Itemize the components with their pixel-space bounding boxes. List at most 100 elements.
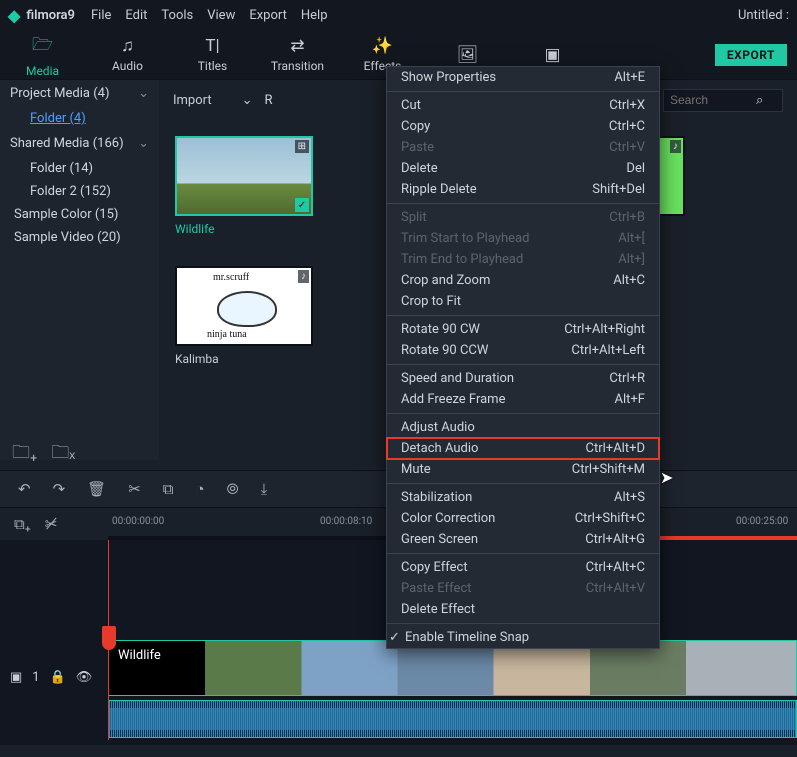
context-item-label: Crop and Zoom xyxy=(401,273,490,288)
sidebar-shared-media[interactable]: Shared Media (166) ⌄ xyxy=(0,130,159,157)
add-marker-icon[interactable]: ⧉₊ xyxy=(14,515,31,533)
menu-view[interactable]: View xyxy=(207,8,235,23)
sidebar-shared-folder-2[interactable]: Folder 2 (152) xyxy=(0,180,159,203)
menu-file[interactable]: File xyxy=(91,8,111,23)
tab-image[interactable]: 🖼 xyxy=(425,45,510,65)
menu-tools[interactable]: Tools xyxy=(161,8,193,23)
folder-icon: 🗁 xyxy=(32,32,53,61)
context-item-ripple-delete[interactable]: Ripple DeleteShift+Del xyxy=(387,179,659,200)
speed-icon[interactable]: ◔ xyxy=(196,480,205,498)
undo-icon[interactable]: ↶ xyxy=(18,480,31,498)
context-item-rotate-90-ccw[interactable]: Rotate 90 CCWCtrl+Alt+Left xyxy=(387,340,659,361)
audio-clip[interactable] xyxy=(108,700,797,738)
thumb-wildlife[interactable]: ⊞ ✓ Wildlife xyxy=(175,136,313,236)
visibility-icon[interactable]: 👁 xyxy=(76,670,93,685)
export-icon[interactable]: ⤓ xyxy=(261,480,268,498)
context-item-shortcut: Alt+[ xyxy=(618,231,645,246)
context-item-copy-effect[interactable]: Copy EffectCtrl+Alt+C xyxy=(387,557,659,578)
tab-label: Media xyxy=(26,64,59,78)
track-header[interactable]: ▣ 1 🔒 👁 xyxy=(10,670,92,685)
sidebar-sample-color[interactable]: Sample Color (15) xyxy=(0,203,159,226)
sidebar-project-media[interactable]: Project Media (4) ⌄ xyxy=(0,80,159,107)
context-item-shortcut: Alt+C xyxy=(613,273,645,288)
context-item-label: Detach Audio xyxy=(401,441,478,456)
tab-titles[interactable]: T| Titles xyxy=(170,36,255,73)
record-button[interactable]: R xyxy=(265,93,273,108)
split-icon[interactable]: ✂ xyxy=(128,480,141,498)
chevron-down-icon: ⌄ xyxy=(242,93,253,108)
context-item-add-freeze-frame[interactable]: Add Freeze FrameAlt+F xyxy=(387,389,659,410)
time-tick: 00:00:00:00 xyxy=(112,516,164,527)
clip-title: Wildlife xyxy=(118,648,161,663)
lock-icon[interactable]: 🔒 xyxy=(50,670,66,685)
context-item-crop-and-zoom[interactable]: Crop and Zoom Alt+C xyxy=(387,270,659,291)
sidebar-project-folder[interactable]: Folder (4) xyxy=(0,107,159,130)
app-logo: ◆ filmora9 xyxy=(8,6,75,25)
context-item-adjust-audio[interactable]: Adjust Audio xyxy=(387,417,659,438)
context-item-show-properties[interactable]: Show PropertiesAlt+E xyxy=(387,67,659,88)
tab-audio[interactable]: ♫ Audio xyxy=(85,36,170,73)
context-item-copy[interactable]: CopyCtrl+C xyxy=(387,116,659,137)
menu-export[interactable]: Export xyxy=(249,8,287,23)
track-number: 1 xyxy=(32,670,39,685)
export-button[interactable]: EXPORT xyxy=(715,44,787,66)
context-item-shortcut: Ctrl+Alt+C xyxy=(586,560,645,575)
document-title: Untitled : xyxy=(738,8,789,23)
delete-folder-icon[interactable]: 🗀ₓ xyxy=(51,440,75,470)
context-item-rotate-90-cw[interactable]: Rotate 90 CWCtrl+Alt+Right xyxy=(387,319,659,340)
context-item-shortcut: Ctrl+Alt+Left xyxy=(571,343,645,358)
context-item-shortcut: Ctrl+Alt+D xyxy=(586,441,645,456)
context-item-label: Speed and Duration xyxy=(401,371,514,386)
search-box[interactable]: ⌕ xyxy=(663,89,783,112)
context-item-label: Delete Effect xyxy=(401,602,475,617)
redo-icon[interactable]: ↷ xyxy=(53,480,66,498)
context-item-shortcut: Ctrl+V xyxy=(609,140,645,155)
color-icon[interactable]: ⦾ xyxy=(227,480,239,498)
context-item-delete-effect[interactable]: Delete Effect xyxy=(387,599,659,620)
sidebar-item-label: Shared Media (166) xyxy=(10,136,124,151)
import-dropdown[interactable]: Import ⌄ xyxy=(173,93,253,108)
context-separator xyxy=(387,315,659,316)
context-item-shortcut: Ctrl+Alt+G xyxy=(585,532,645,547)
context-item-speed-and-duration[interactable]: Speed and DurationCtrl+R xyxy=(387,368,659,389)
context-item-label: Copy xyxy=(401,119,430,134)
menu-edit[interactable]: Edit xyxy=(125,8,147,23)
check-icon: ✓ xyxy=(295,198,309,212)
context-item-cut[interactable]: CutCtrl+X xyxy=(387,95,659,116)
delete-icon[interactable]: 🗑 xyxy=(87,480,106,498)
context-item-color-correction[interactable]: Color CorrectionCtrl+Shift+C xyxy=(387,508,659,529)
context-item-crop-to-fit[interactable]: Crop to Fit xyxy=(387,291,659,312)
sidebar-sample-video[interactable]: Sample Video (20) xyxy=(0,226,159,249)
logo-text: filmora9 xyxy=(26,8,75,23)
thumb-image[interactable]: ⊞ ✓ xyxy=(175,136,313,216)
context-item-label: Paste Effect xyxy=(401,581,471,596)
effects-icon: ✨ xyxy=(372,36,393,56)
context-item-stabilization[interactable]: StabilizationAlt+S xyxy=(387,487,659,508)
tab-layout[interactable]: ▣ xyxy=(510,45,595,65)
time-tick: 00:00:08:10 xyxy=(320,516,372,527)
thumb-image[interactable]: mr.scruff ninja tuna ♪ xyxy=(175,266,313,346)
crop-icon[interactable]: ⧉ xyxy=(163,480,174,498)
thumb-label: Kalimba xyxy=(175,346,313,366)
context-item-detach-audio[interactable]: Detach Audio Ctrl+Alt+D xyxy=(387,438,659,459)
context-item-label: Trim Start to Playhead xyxy=(401,231,529,246)
thumb-kalimba[interactable]: mr.scruff ninja tuna ♪ Kalimba xyxy=(175,266,313,366)
context-item-green-screen[interactable]: Green ScreenCtrl+Alt+G xyxy=(387,529,659,550)
search-icon[interactable]: ⌕ xyxy=(756,93,763,108)
playhead-handle[interactable] xyxy=(102,626,116,650)
tab-media[interactable]: 🗁 Media xyxy=(0,32,85,78)
context-separator xyxy=(387,483,659,484)
snap-icon[interactable]: ✂̸ xyxy=(45,515,58,533)
new-folder-icon[interactable]: 🗀₊ xyxy=(12,440,37,470)
menu-help[interactable]: Help xyxy=(301,8,328,23)
context-item-enable-timeline-snap[interactable]: ✓Enable Timeline Snap xyxy=(387,627,659,648)
tab-transition[interactable]: ⇄ Transition xyxy=(255,36,340,73)
context-item-mute[interactable]: MuteCtrl+Shift+M xyxy=(387,459,659,480)
context-item-delete[interactable]: DeleteDel xyxy=(387,158,659,179)
context-item-split: SplitCtrl+B xyxy=(387,207,659,228)
grid-badge-icon: ⊞ xyxy=(295,140,309,153)
context-item-shortcut: Ctrl+Alt+V xyxy=(586,581,645,596)
chevron-down-icon: ⌄ xyxy=(138,136,149,151)
sidebar-shared-folder-1[interactable]: Folder (14) xyxy=(0,157,159,180)
search-input[interactable] xyxy=(670,93,750,107)
